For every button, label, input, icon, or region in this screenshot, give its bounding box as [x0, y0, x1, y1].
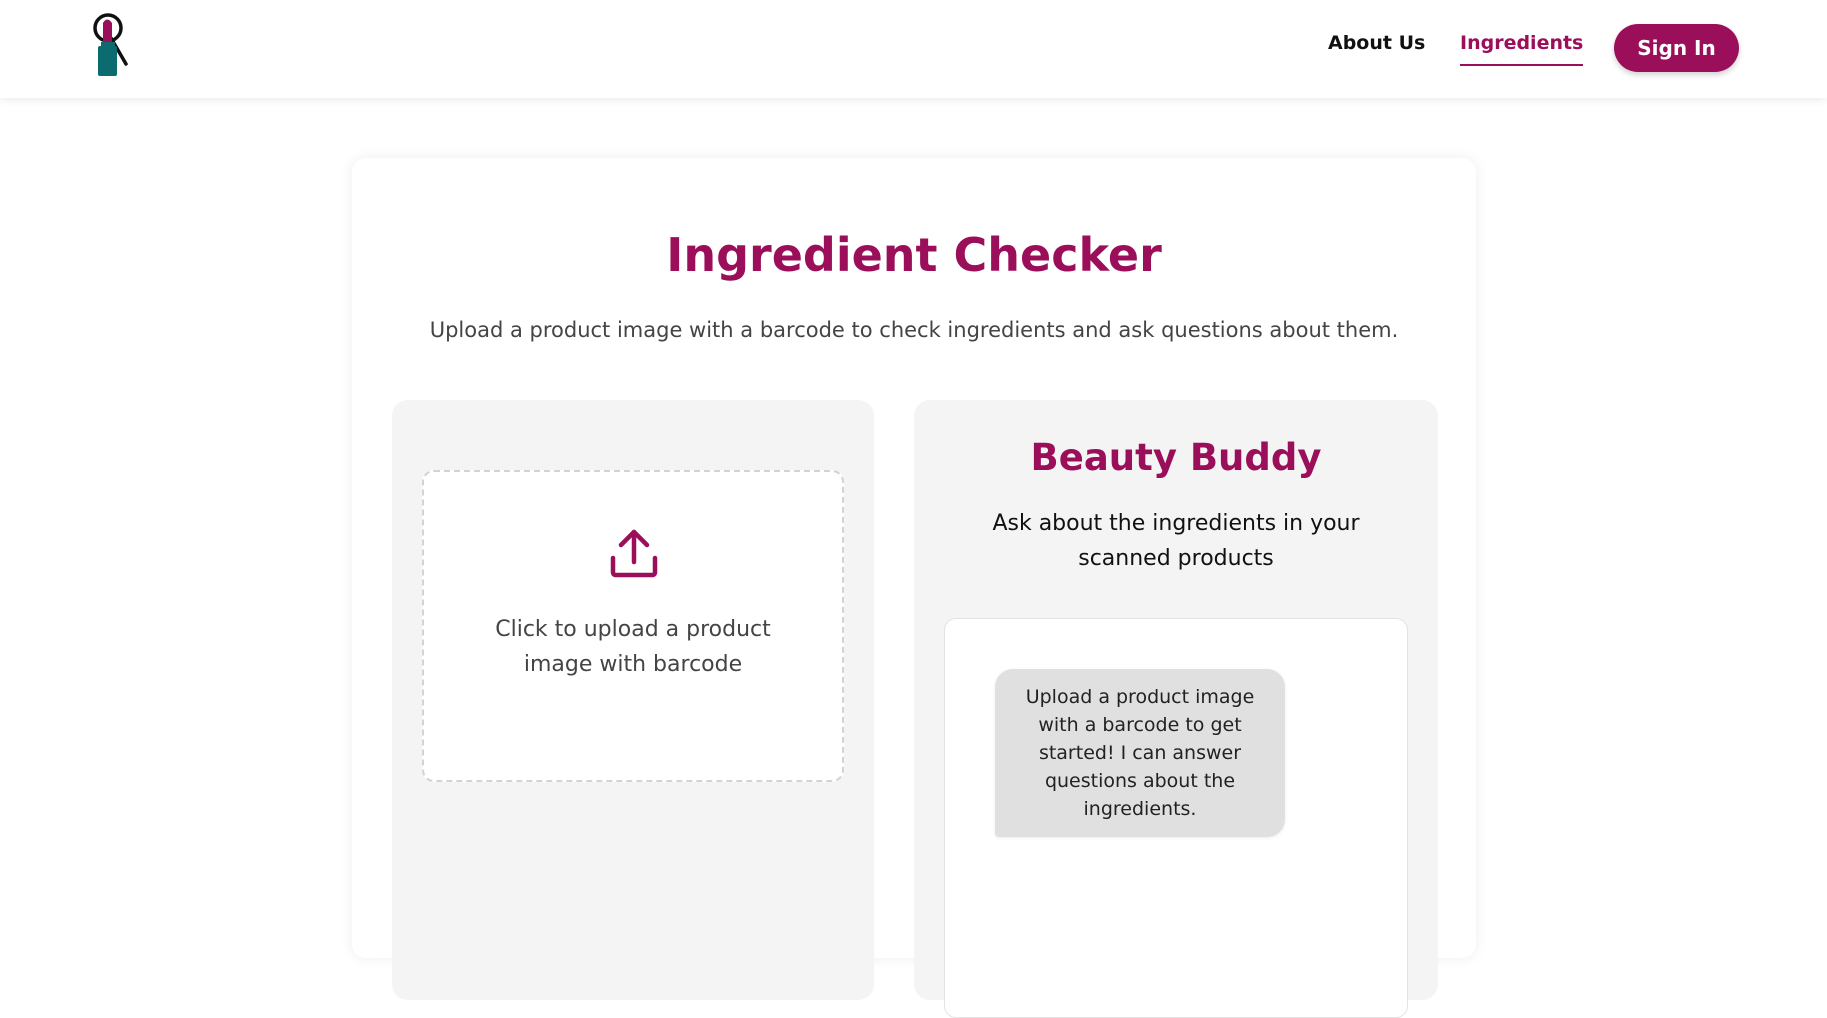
chat-window[interactable]: Upload a product image with a barcode to…: [944, 618, 1408, 1018]
bot-message-bubble: Upload a product image with a barcode to…: [995, 669, 1285, 837]
site-header: About Us Ingredients Sign In: [0, 0, 1827, 98]
nav-link-about-us[interactable]: About Us: [1328, 32, 1425, 54]
page-subtitle: Upload a product image with a barcode to…: [429, 318, 1399, 342]
chat-subtitle: Ask about the ingredients in your scanne…: [992, 511, 1360, 571]
sign-in-button[interactable]: Sign In: [1614, 24, 1739, 72]
upload-panel: Click to upload a product image with bar…: [392, 400, 874, 1000]
lipstick-magnifier-logo[interactable]: [88, 12, 138, 76]
chat-title: Beauty Buddy: [1030, 436, 1322, 479]
upload-icon: [607, 526, 661, 580]
upload-instructions: Click to upload a product image with bar…: [495, 617, 771, 677]
upload-dropzone[interactable]: Click to upload a product image with bar…: [422, 470, 844, 782]
nav-link-ingredients[interactable]: Ingredients: [1460, 32, 1584, 66]
ingredient-checker-card: Ingredient Checker Upload a product imag…: [352, 158, 1476, 1018]
page-title: Ingredient Checker: [666, 228, 1162, 282]
beauty-buddy-panel: Beauty Buddy Ask about the ingredients i…: [914, 400, 1438, 1018]
